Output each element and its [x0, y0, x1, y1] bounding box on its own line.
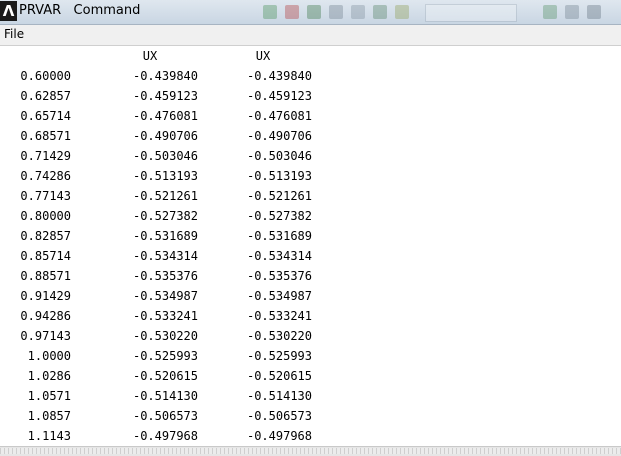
table-row: 0.91429 -0.534987 -0.534987 [0, 287, 621, 307]
table-row: 0.71429 -0.503046 -0.503046 [0, 147, 621, 167]
ux-value: -0.533241 [246, 309, 312, 323]
time-value: 0.97143 [20, 329, 71, 343]
toolbar-icon [395, 5, 409, 19]
ux-value: -0.520615 [246, 369, 312, 383]
ux-value: -0.534314 [132, 249, 198, 263]
ux-value: -0.525993 [246, 349, 312, 363]
ansys-logo-icon: Λ [0, 1, 17, 21]
time-value: 1.1143 [27, 429, 71, 443]
toolbar-icon [329, 5, 343, 19]
ux-value: -0.476081 [132, 109, 198, 123]
table-row: 1.0000 -0.525993 -0.525993 [0, 347, 621, 367]
toolbar-icon [565, 5, 579, 19]
toolbar-icon [543, 5, 557, 19]
ux-value: -0.514130 [246, 389, 312, 403]
scrollbar-thumb[interactable] [0, 448, 621, 454]
background-toolbar [255, 1, 621, 23]
time-value: 0.94286 [20, 309, 71, 323]
ux-value: -0.514130 [132, 389, 198, 403]
time-value: 0.91429 [20, 289, 71, 303]
time-value: 1.0286 [27, 369, 71, 383]
ux-value: -0.476081 [246, 109, 312, 123]
ux-value: -0.531689 [246, 229, 312, 243]
toolbar-field [425, 4, 517, 22]
toolbar-icon [351, 5, 365, 19]
column-header-ux-1: UX [142, 49, 158, 63]
title-bar[interactable]: Λ PRVAR Command [0, 0, 621, 25]
ux-value: -0.497968 [132, 429, 198, 443]
ux-value: -0.525993 [132, 349, 198, 363]
table-row: 1.0286 -0.520615 -0.520615 [0, 367, 621, 387]
ux-value: -0.439840 [246, 69, 312, 83]
table-row: 0.60000 -0.439840 -0.439840 [0, 67, 621, 87]
ux-value: -0.490706 [246, 129, 312, 143]
ux-value: -0.530220 [132, 329, 198, 343]
table-row: 0.94286 -0.533241 -0.533241 [0, 307, 621, 327]
time-value: 0.80000 [20, 209, 71, 223]
ux-value: -0.490706 [132, 129, 198, 143]
ux-value: -0.530220 [246, 329, 312, 343]
toolbar-icon [307, 5, 321, 19]
ux-value: -0.521261 [132, 189, 198, 203]
time-value: 1.0857 [27, 409, 71, 423]
time-value: 0.74286 [20, 169, 71, 183]
toolbar-icon [263, 5, 277, 19]
ux-value: -0.439840 [132, 69, 198, 83]
ux-value: -0.531689 [132, 229, 198, 243]
table-row: 0.97143 -0.530220 -0.530220 [0, 327, 621, 347]
table-row: 0.88571 -0.535376 -0.535376 [0, 267, 621, 287]
menu-file[interactable]: File [4, 27, 24, 41]
results-listing: UX UX 0.60000 -0.439840 -0.439840 0.62857 -0… [0, 46, 621, 446]
time-value: 0.85714 [20, 249, 71, 263]
time-value: 1.0000 [27, 349, 71, 363]
ux-value: -0.506573 [132, 409, 198, 423]
ux-value: -0.527382 [132, 209, 198, 223]
table-rows: 0.60000 -0.439840 -0.439840 0.62857 -0.45912… [0, 67, 621, 447]
toolbar-icon [373, 5, 387, 19]
ux-value: -0.535376 [132, 269, 198, 283]
column-header-ux-2: UX [255, 49, 271, 63]
window-title: PRVAR Command [19, 3, 141, 18]
ux-value: -0.533241 [132, 309, 198, 323]
table-row: 1.0857 -0.506573 -0.506573 [0, 407, 621, 427]
time-value: 0.60000 [20, 69, 71, 83]
ux-value: -0.534987 [132, 289, 198, 303]
table-row: 0.68571 -0.490706 -0.490706 [0, 127, 621, 147]
table-row: 1.0571 -0.514130 -0.514130 [0, 387, 621, 407]
table-row: 1.1143 -0.497968 -0.497968 [0, 427, 621, 447]
ux-value: -0.521261 [246, 189, 312, 203]
ux-value: -0.513193 [246, 169, 312, 183]
toolbar-icon [587, 5, 601, 19]
table-row: 0.65714 -0.476081 -0.476081 [0, 107, 621, 127]
ux-value: -0.520615 [132, 369, 198, 383]
time-value: 0.65714 [20, 109, 71, 123]
ux-value: -0.534987 [246, 289, 312, 303]
ux-value: -0.459123 [132, 89, 198, 103]
table-row: 0.82857 -0.531689 -0.531689 [0, 227, 621, 247]
table-row: 0.77143 -0.521261 -0.521261 [0, 187, 621, 207]
table-row: 0.80000 -0.527382 -0.527382 [0, 207, 621, 227]
ux-value: -0.527382 [246, 209, 312, 223]
ux-value: -0.535376 [246, 269, 312, 283]
time-value: 0.82857 [20, 229, 71, 243]
ux-value: -0.503046 [246, 149, 312, 163]
ux-value: -0.497968 [246, 429, 312, 443]
ux-value: -0.506573 [246, 409, 312, 423]
menu-bar: File [0, 25, 621, 46]
ux-value: -0.534314 [246, 249, 312, 263]
table-row: 0.62857 -0.459123 -0.459123 [0, 87, 621, 107]
table-row: 0.74286 -0.513193 -0.513193 [0, 167, 621, 187]
ux-value: -0.459123 [246, 89, 312, 103]
toolbar-icon [285, 5, 299, 19]
time-value: 0.88571 [20, 269, 71, 283]
time-value: 0.68571 [20, 129, 71, 143]
time-value: 0.62857 [20, 89, 71, 103]
time-value: 0.71429 [20, 149, 71, 163]
ux-value: -0.503046 [132, 149, 198, 163]
ux-value: -0.513193 [132, 169, 198, 183]
time-value: 0.77143 [20, 189, 71, 203]
table-row: 0.85714 -0.534314 -0.534314 [0, 247, 621, 267]
time-value: 1.0571 [27, 389, 71, 403]
